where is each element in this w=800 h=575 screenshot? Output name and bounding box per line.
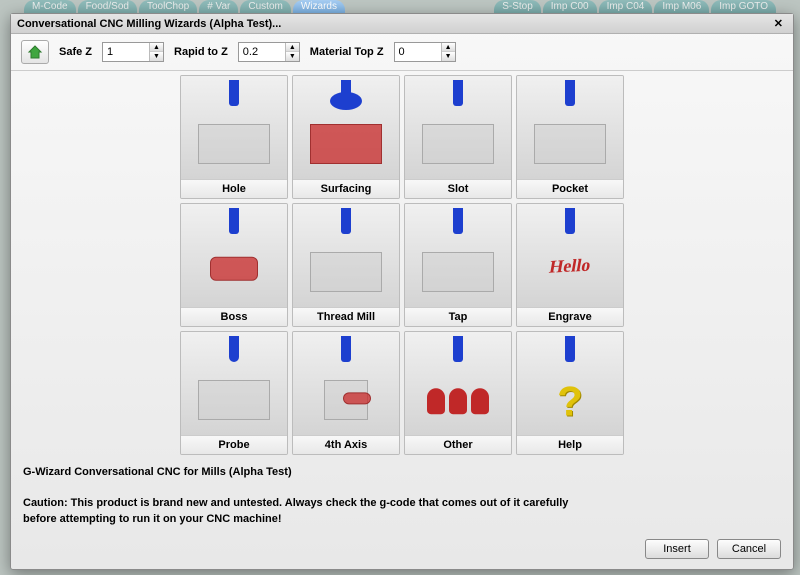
spin-down-icon[interactable]: ▼ <box>442 52 455 61</box>
wizard-grid-area: Hole Surfacing Slot Pocket Boss Thread M… <box>11 71 793 459</box>
tile-thread-mill-icon <box>293 204 399 307</box>
tile-slot-icon <box>405 76 511 179</box>
tile-label: 4th Axis <box>293 435 399 454</box>
tile-4th-axis-icon <box>293 332 399 435</box>
tile-pocket-icon <box>517 76 623 179</box>
tile-hole-icon <box>181 76 287 179</box>
tile-slot[interactable]: Slot <box>404 75 512 199</box>
tile-label: Thread Mill <box>293 307 399 326</box>
footer-line-1: G-Wizard Conversational CNC for Mills (A… <box>23 465 781 480</box>
spin-up-icon[interactable]: ▲ <box>150 43 163 52</box>
tile-label: Engrave <box>517 307 623 326</box>
tile-label: Tap <box>405 307 511 326</box>
material-top-z-field[interactable]: ▲ ▼ <box>394 42 456 62</box>
titlebar: Conversational CNC Milling Wizards (Alph… <box>11 14 793 34</box>
toolbar: Safe Z ▲ ▼ Rapid to Z ▲ ▼ Material Top Z… <box>11 34 793 71</box>
tile-label: Help <box>517 435 623 454</box>
rapid-to-z-label: Rapid to Z <box>174 46 228 58</box>
insert-button[interactable]: Insert <box>645 539 709 559</box>
bg-tab: S-Stop <box>494 0 541 13</box>
tile-probe[interactable]: Probe <box>180 331 288 455</box>
footer-line-3: before attempting to run it on your CNC … <box>23 512 781 527</box>
tile-boss[interactable]: Boss <box>180 203 288 327</box>
tile-engrave-icon: Hello <box>517 204 623 307</box>
rapid-to-z-field[interactable]: ▲ ▼ <box>238 42 300 62</box>
tile-tap-icon <box>405 204 511 307</box>
home-icon <box>27 44 43 60</box>
bg-tab: Imp C04 <box>599 0 653 13</box>
material-top-z-input[interactable] <box>395 43 441 61</box>
background-tabs-right: S-Stop Imp C00 Imp C04 Imp M06 Imp GOTO <box>494 0 776 13</box>
tile-help-icon: ? <box>517 332 623 435</box>
tile-label: Surfacing <box>293 179 399 198</box>
tile-label: Other <box>405 435 511 454</box>
tile-surfacing-icon <box>293 76 399 179</box>
material-top-z-label: Material Top Z <box>310 46 384 58</box>
bg-tab: Imp C00 <box>543 0 597 13</box>
wizard-grid: Hole Surfacing Slot Pocket Boss Thread M… <box>180 75 624 455</box>
safe-z-field[interactable]: ▲ ▼ <box>102 42 164 62</box>
button-bar: Insert Cancel <box>11 533 793 569</box>
bg-tab: Imp M06 <box>654 0 709 13</box>
safe-z-label: Safe Z <box>59 46 92 58</box>
spin-up-icon[interactable]: ▲ <box>442 43 455 52</box>
tile-label: Probe <box>181 435 287 454</box>
tile-engrave[interactable]: Hello Engrave <box>516 203 624 327</box>
spin-down-icon[interactable]: ▼ <box>286 52 299 61</box>
tile-label: Hole <box>181 179 287 198</box>
tile-hole[interactable]: Hole <box>180 75 288 199</box>
dialog-window: Conversational CNC Milling Wizards (Alph… <box>10 13 794 570</box>
tile-other[interactable]: Other <box>404 331 512 455</box>
spin-up-icon[interactable]: ▲ <box>286 43 299 52</box>
spin-down-icon[interactable]: ▼ <box>150 52 163 61</box>
tile-boss-icon <box>181 204 287 307</box>
footer-line-2: Caution: This product is brand new and u… <box>23 496 781 511</box>
window-title: Conversational CNC Milling Wizards (Alph… <box>17 18 281 30</box>
tile-help[interactable]: ? Help <box>516 331 624 455</box>
bg-tab: Imp GOTO <box>711 0 776 13</box>
tile-surfacing[interactable]: Surfacing <box>292 75 400 199</box>
tile-tap[interactable]: Tap <box>404 203 512 327</box>
tile-label: Boss <box>181 307 287 326</box>
footer-text: G-Wizard Conversational CNC for Mills (A… <box>11 459 793 533</box>
tile-other-icon <box>405 332 511 435</box>
tile-label: Slot <box>405 179 511 198</box>
tile-thread-mill[interactable]: Thread Mill <box>292 203 400 327</box>
safe-z-input[interactable] <box>103 43 149 61</box>
cancel-button[interactable]: Cancel <box>717 539 781 559</box>
tile-4th-axis[interactable]: 4th Axis <box>292 331 400 455</box>
tile-pocket[interactable]: Pocket <box>516 75 624 199</box>
home-button[interactable] <box>21 40 49 64</box>
tile-probe-icon <box>181 332 287 435</box>
rapid-to-z-input[interactable] <box>239 43 285 61</box>
close-icon[interactable]: ✕ <box>770 17 787 30</box>
tile-label: Pocket <box>517 179 623 198</box>
